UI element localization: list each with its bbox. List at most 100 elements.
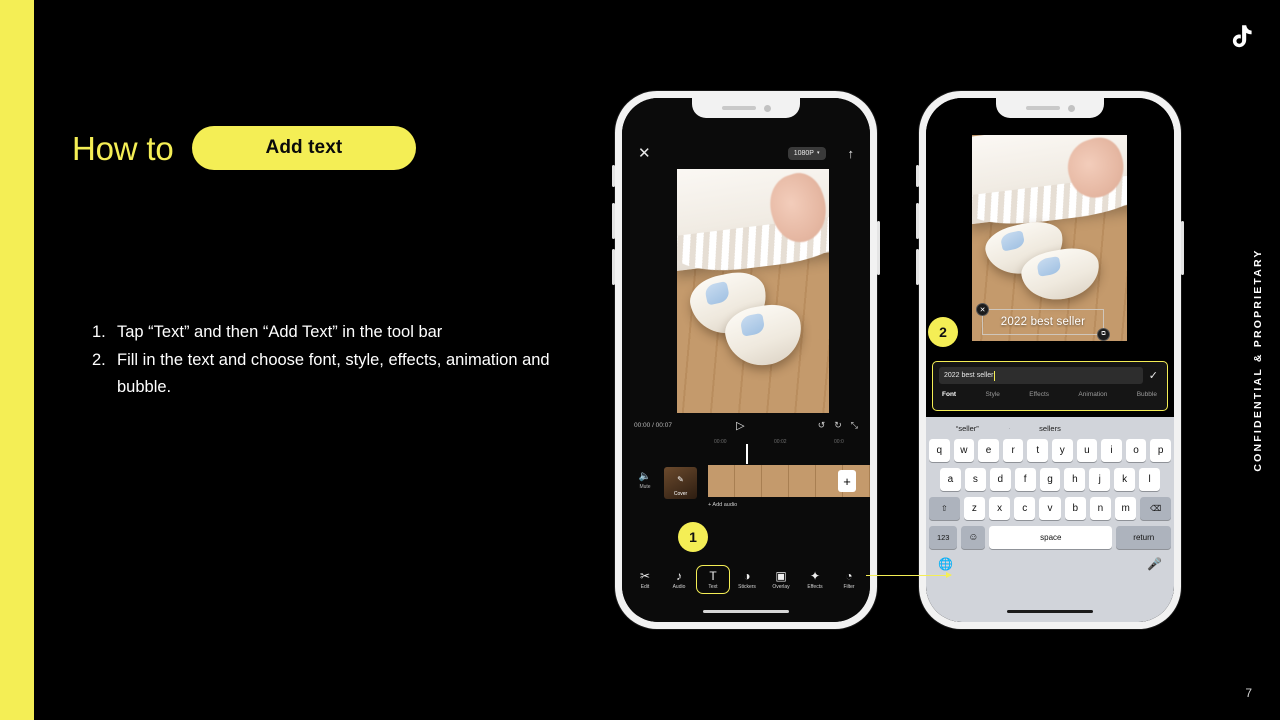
key-h[interactable]: h [1064,468,1086,491]
key-i[interactable]: i [1101,439,1122,462]
blue-bow [738,312,765,337]
key-n[interactable]: n [1089,497,1112,520]
tool-audio[interactable]: ♪ Audio [662,566,696,593]
home-indicator [703,609,789,613]
blue-bow [1035,256,1062,277]
list-item: 1. Tap “Text” and then “Add Text” in the… [92,319,582,346]
microphone-icon[interactable]: 🎤 [1147,557,1162,571]
resolution-selector[interactable]: 1080P ▾ [787,146,826,160]
speaker-mute-icon: 🔈 [638,471,652,482]
resolution-label: 1080P [793,149,814,157]
mute-button[interactable]: 🔈 Mute [634,471,656,490]
prediction-two[interactable]: sellers [1008,424,1092,433]
key-x[interactable]: x [988,497,1011,520]
return-key[interactable]: return [1116,526,1171,549]
tool-overlay[interactable]: ▣ Overlay [764,566,798,593]
keyboard-row-four: 123 ☺ space return [926,526,1174,549]
key-q[interactable]: q [929,439,950,462]
text-input[interactable]: 2022 best seller [939,367,1143,384]
key-k[interactable]: k [1114,468,1136,491]
tool-filter[interactable]: ◔ Filter [832,566,866,593]
text-t-icon: T [709,568,717,583]
timeline-playhead[interactable] [746,444,748,464]
phone-power-button [1181,221,1184,275]
resize-overlay-icon[interactable]: ⧉ [1097,328,1110,341]
tool-label: Overlay [772,583,790,590]
key-b[interactable]: b [1064,497,1086,520]
chevron-down-icon: ▾ [816,150,820,156]
key-s[interactable]: s [964,468,986,491]
prediction-one[interactable]: “seller” [926,424,1009,433]
earpiece-speaker [721,106,756,110]
phone-mute-switch [612,165,615,187]
tool-label: Filter [843,583,855,590]
confirm-check-icon[interactable]: ✓ [1149,369,1161,382]
key-d[interactable]: d [989,468,1011,491]
tab-font[interactable]: Font [942,391,956,398]
key-f[interactable]: f [1014,468,1036,491]
effects-sparkle-icon: ✦ [809,568,821,583]
video-preview[interactable] [677,169,829,413]
tool-effects[interactable]: ✦ Effects [798,566,832,593]
phone-volume-up [916,203,919,239]
key-z[interactable]: z [963,497,985,520]
tool-text[interactable]: T Text [696,564,730,594]
earpiece-speaker [1025,106,1060,110]
key-o[interactable]: o [1125,439,1147,462]
undo-icon[interactable]: ↺ [818,420,826,431]
key-y[interactable]: y [1052,439,1073,462]
globe-icon[interactable]: 🌐 [938,557,953,571]
tool-edit[interactable]: ✂ Edit [628,566,662,593]
key-g[interactable]: g [1039,468,1061,491]
step-text: Tap “Text” and then “Add Text” in the to… [117,323,443,341]
playback-control-row: 00:00 / 00:07 ▷ ↺ ↻ ⤡ [622,415,870,435]
cover-thumbnail-button[interactable]: ✎ Cover [664,467,697,499]
key-t[interactable]: t [1027,439,1048,462]
shift-key-icon[interactable]: ⇧ [928,497,960,520]
add-audio-button[interactable]: + Add audio [708,502,737,508]
home-indicator [1007,609,1093,613]
tool-stickers[interactable]: ◑ Stickers [730,566,764,593]
fullscreen-icon[interactable]: ⤡ [851,420,858,431]
close-icon[interactable]: ✕ [638,146,651,161]
tab-animation[interactable]: Animation [1078,391,1107,398]
connector-arrow [866,570,952,580]
delete-overlay-icon[interactable]: ✕ [976,303,989,316]
sticker-icon: ◑ [743,568,751,583]
tab-bubble[interactable]: Bubble [1137,391,1157,398]
tab-effects[interactable]: Effects [1029,391,1049,398]
how-to-label: How to [72,129,174,167]
front-camera [763,104,771,112]
key-m[interactable]: m [1115,497,1137,520]
key-u[interactable]: u [1076,439,1098,462]
key-a[interactable]: a [940,468,961,491]
add-clip-button[interactable]: + [838,470,856,492]
editor-top-bar: ✕ 1080P ▾ ↑ [622,140,870,166]
key-e[interactable]: e [978,439,999,462]
prediction-bar: “seller” sellers [926,417,1174,439]
key-v[interactable]: v [1039,497,1061,520]
text-editing-screen: ✕ 2022 best seller ⧉ 2022 best seller ✓ … [926,98,1174,622]
phone-volume-down [916,249,919,285]
backspace-key-icon[interactable]: ⌫ [1140,497,1172,520]
phone-mockup-two: ✕ 2022 best seller ⧉ 2022 best seller ✓ … [916,91,1184,629]
key-c[interactable]: c [1014,497,1036,520]
text-overlay-box[interactable]: ✕ 2022 best seller ⧉ [976,303,1110,341]
key-r[interactable]: r [1002,439,1024,462]
key-j[interactable]: j [1089,468,1111,491]
key-w[interactable]: w [953,439,975,462]
numbers-key[interactable]: 123 [929,526,958,549]
redo-icon[interactable]: ↻ [834,420,842,431]
play-button[interactable]: ▷ [672,419,809,432]
space-key[interactable]: space [989,526,1113,549]
key-l[interactable]: l [1139,468,1161,491]
upload-icon[interactable]: ↑ [848,146,855,161]
key-p[interactable]: p [1150,439,1171,462]
editor-tool-bar: ✂ Edit ♪ Audio T Text ◑ Stickers ▣ Overl… [622,562,870,596]
emoji-key-icon[interactable]: ☺ [961,526,986,549]
tab-style[interactable]: Style [985,391,999,398]
tool-label: Edit [640,583,650,590]
step-text: Fill in the text and choose font, style,… [117,351,550,396]
add-text-pill: Add text [191,126,417,170]
step-badge-one: 1 [678,522,708,552]
